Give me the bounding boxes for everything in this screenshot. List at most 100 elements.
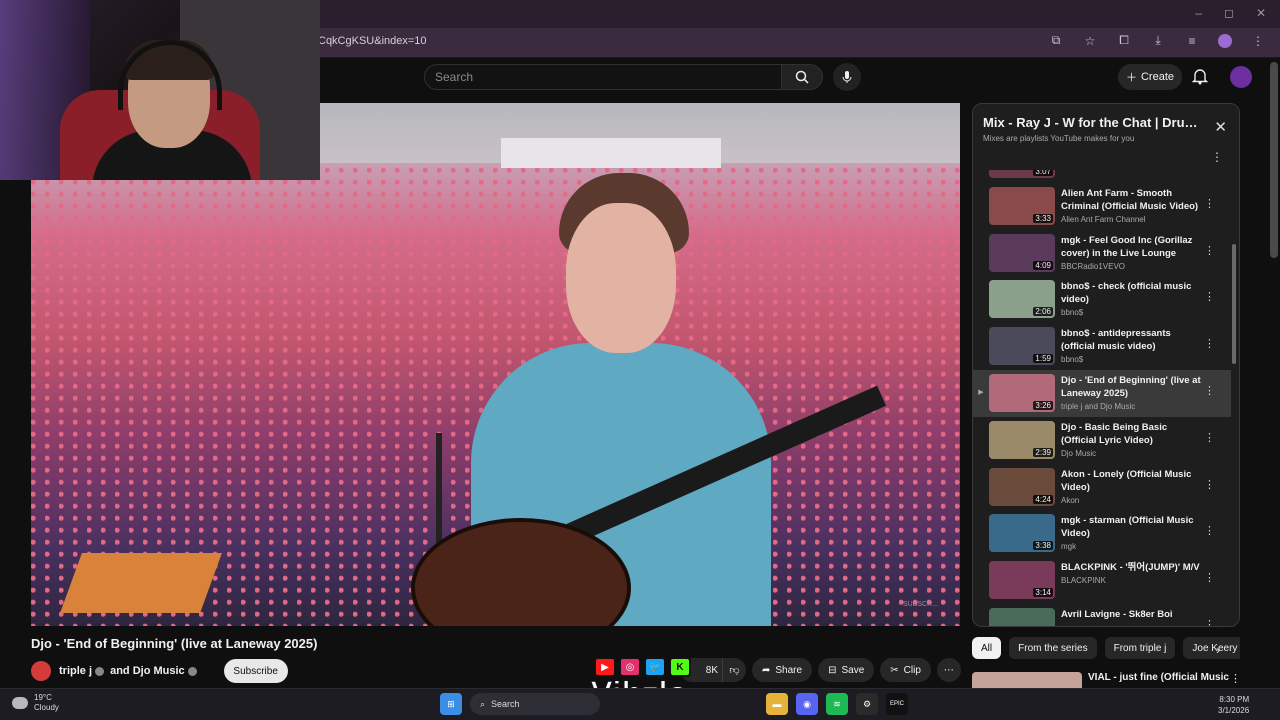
create-button[interactable]: ＋ Create (1118, 64, 1182, 90)
more-vertical-icon[interactable]: ⋮ (1204, 384, 1215, 397)
playlist-item-title[interactable]: bbno$ - antidepressants (official music … (1061, 327, 1201, 353)
filter-chip[interactable]: All (972, 637, 1002, 659)
playlist-item[interactable]: 3:38 mgk - starman (Official Music Video)… (973, 510, 1231, 557)
playlist-thumbnail[interactable]: 2:39 (989, 420, 1055, 459)
system-clock[interactable]: 8:30 PM 3/1/2026 (1218, 694, 1249, 716)
channel-name[interactable]: triple j and Djo Music (59, 665, 200, 677)
maximize-button[interactable]: ◻ (1224, 6, 1234, 20)
playlist-thumbnail[interactable]: 1:59 (989, 327, 1055, 366)
extensions-icon[interactable]: ⧠ (1116, 33, 1132, 48)
more-vertical-icon[interactable]: ⋮ (1204, 478, 1215, 491)
weather-widget[interactable]: 19°C Cloudy (12, 693, 59, 713)
channel-name-2[interactable]: Djo Music (133, 665, 185, 677)
more-vertical-icon[interactable]: ⋮ (1204, 244, 1215, 257)
playlist-item-title[interactable]: mgk - starman (Official Music Video) (1061, 514, 1201, 540)
save-button[interactable]: ⊟ Save (818, 658, 875, 682)
clip-button[interactable]: ✂ Clip (880, 658, 931, 682)
notifications-bell-icon[interactable] (1192, 67, 1208, 85)
video-player[interactable]: SUBSCR... (31, 103, 960, 626)
playlist-thumbnail[interactable]: 3:14 (989, 561, 1055, 600)
playlist-item-title[interactable]: Djo - 'End of Beginning' (live at Lanewa… (1061, 374, 1201, 400)
instagram-icon: ◎ (619, 657, 641, 677)
playlist-item[interactable]: 3:33 Alien Ant Farm - Smooth Criminal (Of… (973, 183, 1231, 230)
playlist-item[interactable]: 2:39 Djo - Basic Being Basic (Official Ly… (973, 417, 1231, 464)
more-vertical-icon[interactable]: ⋮ (1204, 431, 1215, 444)
close-window-button[interactable]: ✕ (1256, 6, 1266, 20)
playlist-item-title[interactable]: BLACKPINK - '뛰어(JUMP)' M/V (1061, 561, 1201, 574)
playlist-item-title[interactable]: bbno$ - check (official music video) (1061, 280, 1201, 306)
playlist-item[interactable]: 3:07Linkin Park⋮ (973, 170, 1231, 183)
playlist-thumbnail[interactable]: 3:38 (989, 514, 1055, 553)
search-input[interactable]: Search (424, 64, 782, 90)
channel-name-1[interactable]: triple j (59, 665, 92, 677)
weather-text: 19°C Cloudy (34, 693, 59, 713)
browser-menu-icon[interactable]: ⋮ (1250, 34, 1266, 48)
more-vertical-icon[interactable]: ⋮ (1204, 618, 1215, 626)
profile-avatar-icon[interactable] (1218, 33, 1232, 48)
share-button[interactable]: ➦ Share (752, 658, 813, 682)
playlist-item[interactable]: 4:24 Akon - Lonely (Official Music Video)… (973, 464, 1231, 511)
more-actions-button[interactable]: ⋯ (936, 658, 961, 682)
duration-badge: 2:06 (1033, 307, 1053, 317)
playlist-thumbnail[interactable]: 2:06 (989, 280, 1055, 319)
more-vertical-icon[interactable]: ⋮ (1230, 672, 1241, 685)
channel-avatar[interactable] (31, 661, 51, 681)
subscribe-button[interactable]: Subscribe (223, 659, 288, 683)
playlist-thumbnail[interactable]: 3:07 (989, 170, 1055, 178)
spotify-icon[interactable]: ≋ (826, 693, 848, 715)
url-text[interactable]: CqkCgKSU&index=10 (318, 35, 427, 47)
temperature: 19°C (34, 693, 52, 702)
playlist-item[interactable]: 4:09 mgk - Feel Good Inc (Gorillaz cover)… (973, 230, 1231, 277)
playlist-item-title[interactable]: Djo - Basic Being Basic (Official Lyric … (1061, 421, 1201, 447)
install-app-icon[interactable]: ⧉ (1048, 33, 1064, 48)
filter-chip[interactable]: Joe Keery (1183, 637, 1240, 659)
steam-icon[interactable]: ⚙ (856, 693, 878, 715)
playlist-item-text: Djo - 'End of Beginning' (live at Lanewa… (1061, 374, 1201, 411)
file-explorer-icon[interactable]: ▬ (766, 693, 788, 715)
playlist-menu-icon[interactable]: ⋮ (1211, 150, 1223, 164)
chevron-right-icon[interactable]: › (1216, 643, 1220, 657)
account-avatar[interactable] (1230, 66, 1252, 88)
media-controls-icon[interactable]: ≡ (1184, 34, 1200, 48)
save-label: Save (841, 664, 865, 676)
playlist-item[interactable]: 2:06 bbno$ - check (official music video)… (973, 276, 1231, 323)
playlist-item-title[interactable]: Alien Ant Farm - Smooth Criminal (Offici… (1061, 187, 1201, 213)
more-vertical-icon[interactable]: ⋮ (1204, 571, 1215, 584)
taskbar-search[interactable]: ⌕ Search (470, 693, 600, 715)
recommended-title[interactable]: VIAL - just fine (Official Music (1088, 672, 1229, 683)
clock-date: 3/1/2026 (1218, 706, 1250, 715)
playlist-thumbnail[interactable]: 4:24 (989, 467, 1055, 506)
now-playing-marker: ▶ (978, 388, 984, 396)
minimize-button[interactable]: – (1195, 6, 1202, 20)
playlist-item[interactable]: 1:59 bbno$ - antidepressants (official mu… (973, 323, 1231, 370)
dislike-button[interactable]: 👎︎ (722, 658, 746, 682)
more-vertical-icon[interactable]: ⋮ (1204, 524, 1215, 537)
voice-search-button[interactable] (833, 63, 861, 91)
playlist-item[interactable]: Avril Lavigne - Sk8er Boi ⋮ (973, 604, 1231, 626)
playlist-thumbnail[interactable]: 4:09 (989, 233, 1055, 272)
playlist-item-title[interactable]: Akon - Lonely (Official Music Video) (1061, 468, 1201, 494)
windows-start-icon[interactable]: ⊞ (440, 693, 462, 715)
more-vertical-icon[interactable]: ⋮ (1204, 197, 1215, 210)
playlist-thumbnail[interactable]: 3:26 (989, 373, 1055, 412)
search-button[interactable] (781, 64, 823, 90)
discord-icon[interactable]: ◉ (796, 693, 818, 715)
bookmark-star-icon[interactable]: ☆ (1082, 34, 1098, 48)
playlist-item[interactable]: ▶ 3:26 Djo - 'End of Beginning' (live at L… (973, 369, 1231, 417)
more-vertical-icon[interactable]: ⋮ (1204, 337, 1215, 350)
page-scrollbar[interactable] (1270, 62, 1278, 258)
now-playing-marker (973, 464, 989, 482)
playlist-thumbnail[interactable] (989, 607, 1055, 626)
playlist-item-title[interactable]: mgk - Feel Good Inc (Gorillaz cover) in … (1061, 234, 1201, 260)
filter-chip[interactable]: From triple j (1104, 637, 1176, 659)
playlist-item-title[interactable]: Avril Lavigne - Sk8er Boi (1061, 608, 1201, 621)
playlist-thumbnail[interactable]: 3:33 (989, 186, 1055, 225)
playlist-title[interactable]: Mix - Ray J - W for the Chat | Drum... (983, 115, 1205, 130)
playlist-scrollbar[interactable] (1232, 244, 1236, 364)
more-vertical-icon[interactable]: ⋮ (1204, 290, 1215, 303)
download-icon[interactable]: ⤓ (1150, 33, 1166, 48)
playlist-item[interactable]: 3:14 BLACKPINK - '뛰어(JUMP)' M/V BLACKPINK ⋮ (973, 557, 1231, 604)
close-icon[interactable]: ✕ (1214, 118, 1227, 136)
epic-games-icon[interactable]: EPIC (886, 693, 908, 715)
filter-chip[interactable]: From the series (1009, 637, 1097, 659)
